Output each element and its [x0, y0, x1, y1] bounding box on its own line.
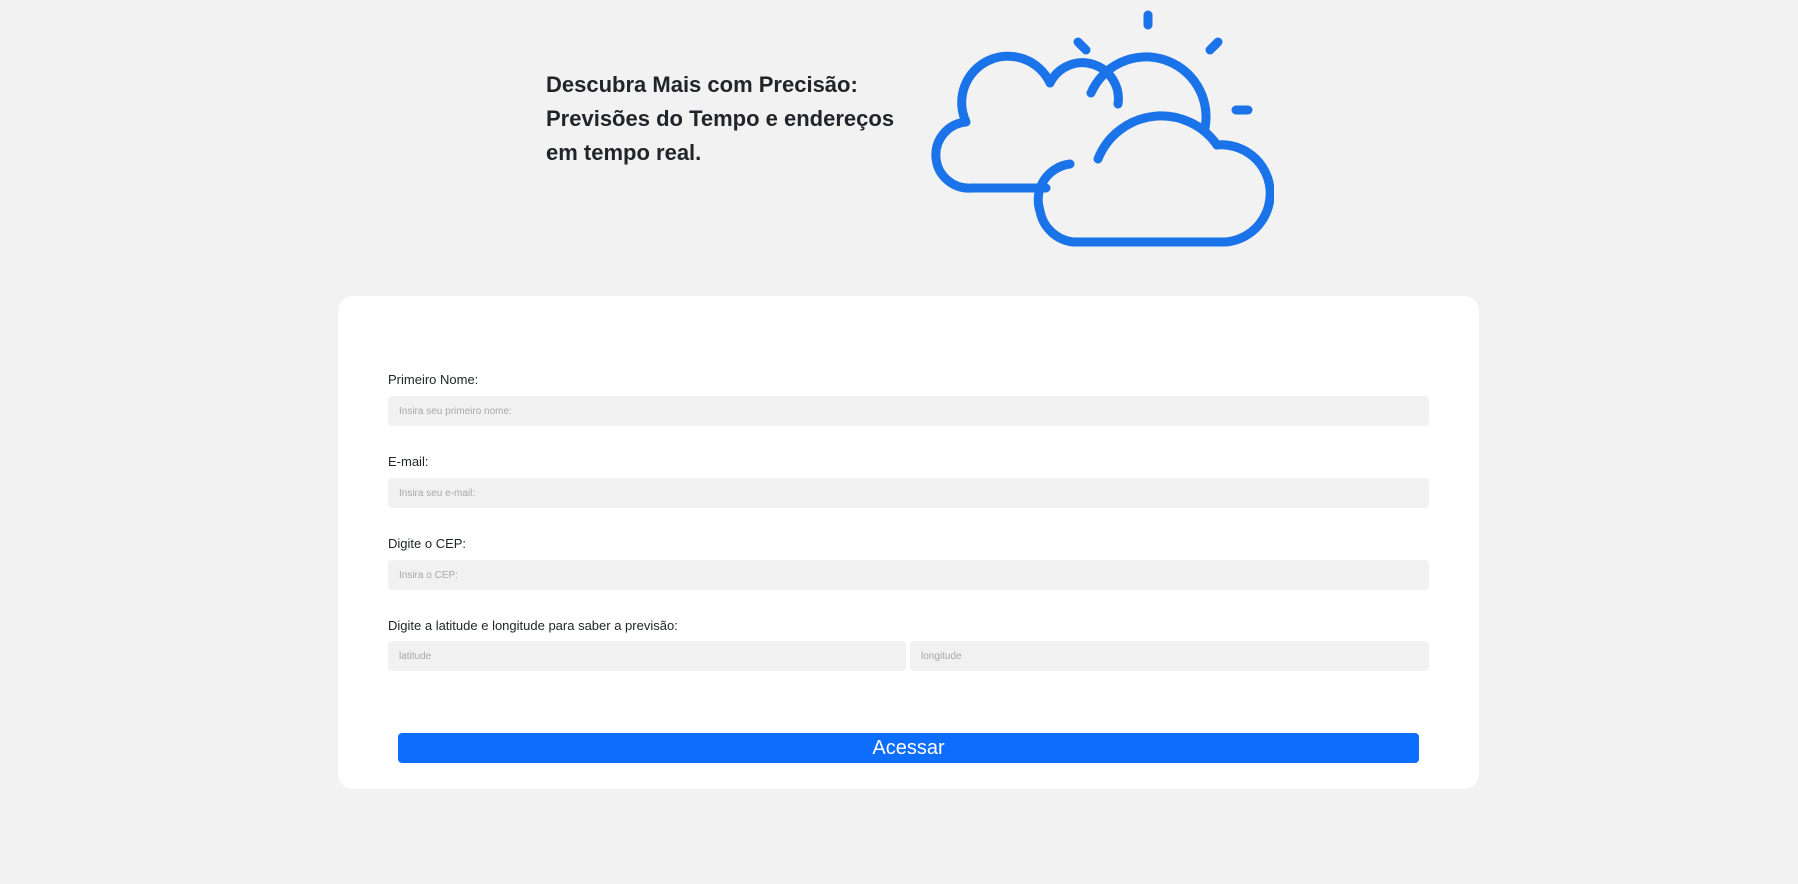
hero-title-line-2: Previsões do Tempo e endereços	[546, 106, 895, 131]
email-input[interactable]	[388, 478, 1429, 508]
longitude-input[interactable]	[910, 641, 1429, 671]
hero-title: Descubra Mais com Precisão: Previsões do…	[546, 68, 926, 170]
hero-title-line-1: Descubra Mais com Precisão:	[546, 72, 858, 97]
coordinates-label: Digite a latitude e longitude para saber…	[388, 618, 678, 633]
first-name-input[interactable]	[388, 396, 1429, 426]
hero-title-line-3: em tempo real.	[546, 140, 702, 165]
sun-ray	[1205, 37, 1223, 55]
access-submit-button[interactable]: Acessar	[398, 733, 1419, 763]
first-name-label: Primeiro Nome:	[388, 372, 479, 387]
access-form-card: Primeiro Nome: E-mail: Digite o CEP: Dig…	[338, 296, 1479, 789]
cep-input[interactable]	[388, 560, 1429, 590]
sun-ray	[1073, 37, 1091, 55]
front-cloud	[1033, 111, 1274, 247]
sun-behind-clouds-icon	[931, 10, 1274, 247]
hero-section: Descubra Mais com Precisão: Previsões do…	[0, 0, 1798, 260]
email-label: E-mail:	[388, 454, 429, 469]
cep-label: Digite o CEP:	[388, 536, 467, 551]
latitude-input[interactable]	[388, 641, 906, 671]
back-cloud	[931, 51, 1123, 193]
